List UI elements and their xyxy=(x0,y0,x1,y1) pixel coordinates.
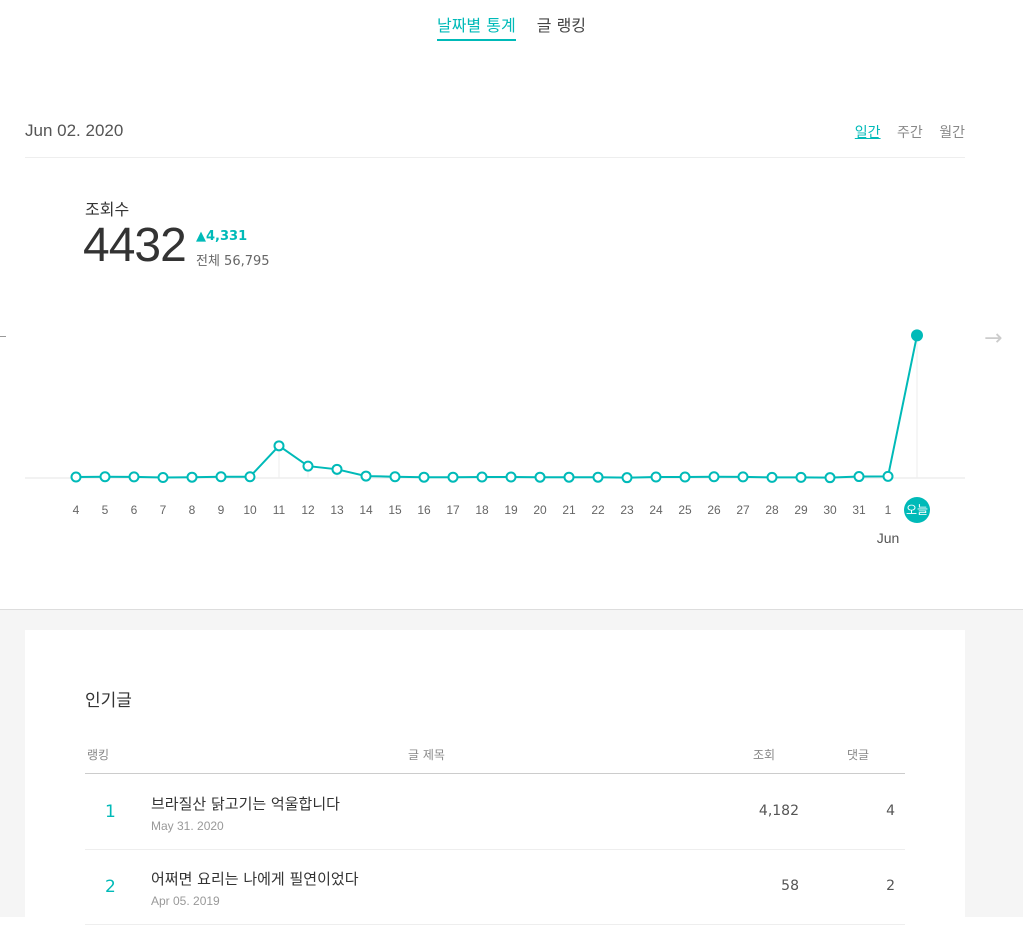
row-title[interactable]: 브라질산 닭고기는 억울합니다 xyxy=(151,793,340,814)
chart-series-line xyxy=(75,335,918,479)
chart-point xyxy=(476,471,488,483)
chart-point xyxy=(128,471,140,483)
row-rank: 2 xyxy=(105,877,116,897)
chart-point xyxy=(911,329,923,342)
row-title[interactable]: 어쩌면 요리는 나에게 필연이었다 xyxy=(151,868,359,889)
chart-point xyxy=(563,471,575,483)
tick-label: 17 xyxy=(446,503,460,517)
row-comments: 2 xyxy=(886,878,895,894)
popular-title: 인기글 xyxy=(85,691,132,711)
stat-total: 전체 56,795 xyxy=(196,254,270,269)
chart-point xyxy=(418,471,430,483)
tick-label: 27 xyxy=(736,503,750,517)
tab-daily-stats[interactable]: 날짜별 통계 xyxy=(436,12,516,41)
chart-point xyxy=(99,471,111,483)
chart-point xyxy=(853,471,865,483)
chart-point xyxy=(534,471,546,483)
date-title: Jun 02. 2020 xyxy=(25,121,124,140)
tick-label: 13 xyxy=(330,503,344,517)
header-title: 글 제목 xyxy=(408,748,445,762)
chart-point xyxy=(795,471,807,483)
chart-point xyxy=(650,471,662,483)
popular-posts-card: 인기글 랭킹 글 제목 조회 댓글 1 브라질산 닭고기는 억울합니다 May … xyxy=(25,630,965,930)
header-comments: 댓글 xyxy=(847,748,870,762)
chart-point xyxy=(302,460,314,472)
tick-label: 24 xyxy=(649,503,663,517)
period-daily[interactable]: 일간 xyxy=(855,125,881,141)
chart-point xyxy=(273,440,285,452)
period-selector: 일간 주간 월간 xyxy=(843,122,965,142)
row-comments: 4 xyxy=(886,803,895,819)
chart-point xyxy=(679,471,691,483)
chart-point xyxy=(157,472,169,484)
tick-label: 14 xyxy=(359,503,373,517)
row-rank: 1 xyxy=(105,802,116,822)
chart-point xyxy=(244,471,256,483)
tick-label: 11 xyxy=(273,503,286,517)
chart-point xyxy=(592,471,604,483)
chart-point xyxy=(505,471,517,483)
views-line-chart: 4 5 6 7 8 9 10 11 12 13 14 15 16 17 18 19 20 21 22 23 24 25 26… xyxy=(25,329,965,546)
chart-point xyxy=(882,470,894,482)
row-views: 4,182 xyxy=(758,803,799,819)
month-label: Jun xyxy=(877,530,900,546)
row-date: Apr 05. 2019 xyxy=(151,894,220,908)
tick-label: 26 xyxy=(707,503,721,517)
tick-label: 10 xyxy=(243,503,257,517)
tick-label: 28 xyxy=(765,503,779,517)
chart-point xyxy=(360,470,372,482)
chart-point xyxy=(389,471,401,483)
stat-value: 4432 xyxy=(83,219,187,272)
chart-point xyxy=(186,471,198,483)
tick-label: 19 xyxy=(504,503,518,517)
chart-point xyxy=(824,472,836,484)
tick-label: 30 xyxy=(823,503,837,517)
tick-label: 4 xyxy=(73,503,80,517)
chart-point xyxy=(447,471,459,483)
header-views: 조회 xyxy=(753,748,776,762)
chart-point xyxy=(766,471,778,483)
chart-point xyxy=(215,471,227,483)
tick-label: 20 xyxy=(533,503,547,517)
tick-label: 22 xyxy=(591,503,605,517)
date-header: Jun 02. 2020 일간 주간 월간 xyxy=(25,118,965,158)
table-row[interactable]: 1 브라질산 닭고기는 억울합니다 May 31. 2020 4,182 4 xyxy=(85,775,905,850)
stats-tabs: 날짜별 통계 글 랭킹 xyxy=(0,12,1023,41)
tick-label: 8 xyxy=(189,503,196,517)
chart-point xyxy=(331,463,343,475)
tick-label: 25 xyxy=(678,503,692,517)
tick-label-today: 오늘 xyxy=(906,503,928,517)
row-views: 58 xyxy=(781,878,799,894)
tick-label: 21 xyxy=(562,503,576,517)
chart-point xyxy=(621,472,633,484)
tick-label: 5 xyxy=(102,503,109,517)
tick-label: 18 xyxy=(475,503,489,517)
tick-label: 15 xyxy=(388,503,402,517)
tick-label: 6 xyxy=(131,503,138,517)
chart-point xyxy=(708,471,720,483)
header-rank: 랭킹 xyxy=(87,748,110,762)
stat-delta: ▲4,331 xyxy=(196,229,248,244)
tick-label: 9 xyxy=(218,503,225,517)
tick-label: 16 xyxy=(417,503,431,517)
tick-label: 12 xyxy=(301,503,315,517)
tick-label: 1 xyxy=(885,503,892,517)
table-header: 랭킹 글 제목 조회 댓글 xyxy=(85,738,905,774)
tick-label: 31 xyxy=(852,503,866,517)
period-weekly[interactable]: 주간 xyxy=(897,125,923,141)
chart-point xyxy=(70,471,82,483)
tick-label: 7 xyxy=(160,503,167,517)
chart-point xyxy=(737,471,749,483)
table-row[interactable]: 2 어쩌면 요리는 나에게 필연이었다 Apr 05. 2019 58 2 xyxy=(85,850,905,925)
tick-label: 23 xyxy=(620,503,634,517)
stat-label: 조회수 xyxy=(85,200,130,219)
tick-label: 29 xyxy=(794,503,808,517)
period-monthly[interactable]: 월간 xyxy=(939,125,965,141)
row-date: May 31. 2020 xyxy=(151,819,224,833)
tab-post-ranking[interactable]: 글 랭킹 xyxy=(537,12,586,39)
